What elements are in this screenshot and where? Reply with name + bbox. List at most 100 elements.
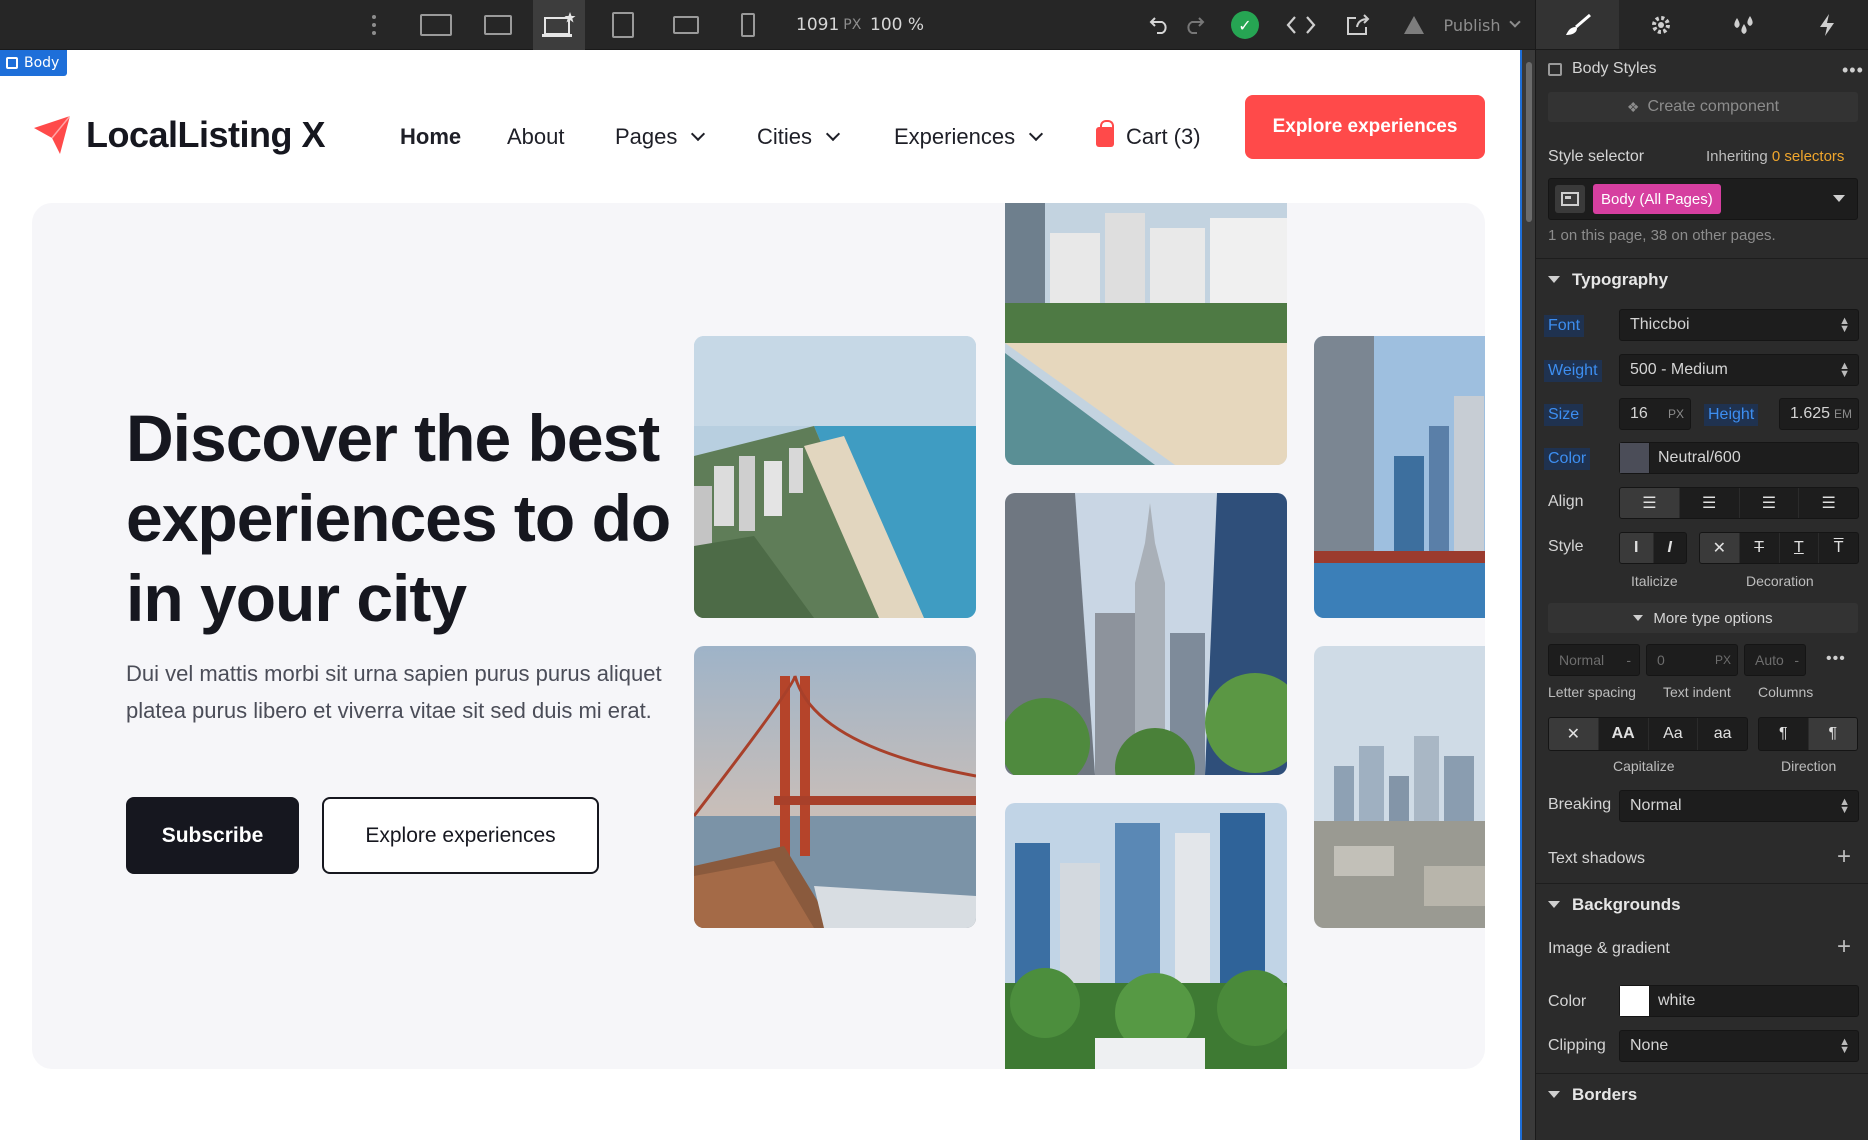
design-canvas[interactable]: Body LocalListing X Home About Pages Cit… xyxy=(0,50,1520,1140)
align-justify-icon[interactable]: ☰ xyxy=(1799,488,1858,518)
breakpoint-desktop-base-icon[interactable] xyxy=(533,0,585,50)
brand-name: LocalListing X xyxy=(86,114,326,155)
inheriting-count: 0 selectors xyxy=(1771,148,1845,165)
canvas-scroll-thumb[interactable] xyxy=(1526,62,1532,222)
shopping-bag-icon xyxy=(1096,120,1114,147)
nav-about-label: About xyxy=(507,124,565,149)
more-type-options-toggle[interactable]: More type options xyxy=(1548,603,1858,633)
breaking-select[interactable]: Normal ▲ ▼ xyxy=(1619,790,1859,822)
clipping-select[interactable]: None ▲ ▼ xyxy=(1619,1030,1859,1062)
uppercase-icon[interactable]: AA xyxy=(1599,718,1649,750)
style-label: Style xyxy=(1548,538,1584,555)
breakpoint-mobile-portrait-icon[interactable] xyxy=(722,0,774,50)
overline-icon[interactable]: T xyxy=(1819,533,1858,563)
dash-icon: - xyxy=(1794,652,1799,668)
bg-color-swatch[interactable] xyxy=(1620,986,1650,1016)
collaborator-icon[interactable] xyxy=(1400,0,1428,50)
tab-style[interactable] xyxy=(1536,0,1620,49)
redo-icon[interactable] xyxy=(1180,0,1208,50)
align-right-icon[interactable]: ☰ xyxy=(1740,488,1800,518)
bg-color-field[interactable]: white xyxy=(1619,985,1859,1017)
city-photo-skyline xyxy=(1314,646,1485,928)
city-photo-beach xyxy=(1005,203,1287,465)
color-swatch[interactable] xyxy=(1620,443,1650,473)
canvas-scrollbar[interactable] xyxy=(1520,50,1535,1140)
explore-experiences-button[interactable]: Explore experiences xyxy=(322,797,599,874)
more-vertical-icon[interactable] xyxy=(360,0,388,50)
capitalize-control: ✕ AA Aa aa xyxy=(1548,717,1748,751)
more-horizontal-icon[interactable]: ••• xyxy=(1826,650,1846,668)
typography-section-header[interactable]: Typography xyxy=(1536,258,1868,300)
lowercase-icon[interactable]: aa xyxy=(1698,718,1747,750)
align-center-icon[interactable]: ☰ xyxy=(1680,488,1740,518)
breakpoint-xl-icon[interactable] xyxy=(472,0,524,50)
text-color-value: Neutral/600 xyxy=(1658,449,1741,466)
canvas-zoom-readout[interactable]: 100 % xyxy=(870,0,924,50)
no-transform-icon[interactable]: ✕ xyxy=(1549,718,1599,750)
underline-icon[interactable]: T xyxy=(1780,533,1820,563)
paintbrush-icon xyxy=(1565,13,1591,35)
breaking-value: Normal xyxy=(1630,797,1682,814)
borders-section-header[interactable]: Borders xyxy=(1536,1073,1868,1115)
paper-plane-logo-icon xyxy=(34,115,71,154)
text-align-control: ☰ ☰ ☰ ☰ xyxy=(1619,487,1859,519)
chevron-down-icon[interactable] xyxy=(1833,195,1845,202)
canvas-zoom-unit: % xyxy=(907,15,925,35)
tab-style-manager[interactable] xyxy=(1703,0,1786,49)
weight-select[interactable]: 500 - Medium ▲ ▼ xyxy=(1619,354,1859,386)
add-text-shadow-icon[interactable]: + xyxy=(1837,843,1851,871)
nav-cart-link[interactable]: Cart (3) xyxy=(1096,120,1201,150)
no-decoration-icon[interactable]: ✕ xyxy=(1700,533,1740,563)
panel-header: Body Styles xyxy=(1548,60,1656,78)
tab-interactions[interactable] xyxy=(1786,0,1868,49)
code-icon[interactable] xyxy=(1284,0,1318,50)
breakpoint-mobile-landscape-icon[interactable] xyxy=(660,0,712,50)
text-color-field[interactable]: Neutral/600 xyxy=(1619,442,1859,474)
create-component-button[interactable]: ❖ Create component xyxy=(1548,92,1858,122)
strikethrough-icon[interactable]: T xyxy=(1740,533,1780,563)
selector-chip[interactable]: Body (All Pages) xyxy=(1593,184,1721,214)
align-left-icon[interactable]: ☰ xyxy=(1620,488,1680,518)
export-icon[interactable] xyxy=(1342,0,1376,50)
nav-pages-dropdown[interactable]: Pages xyxy=(615,124,706,150)
letter-spacing-input[interactable]: Normal - xyxy=(1548,644,1640,676)
nav-cities-dropdown[interactable]: Cities xyxy=(757,124,841,150)
text-indent-input[interactable]: 0 PX xyxy=(1646,644,1738,676)
backgrounds-section-header[interactable]: Backgrounds xyxy=(1536,883,1868,925)
nav-experiences-dropdown[interactable]: Experiences xyxy=(894,124,1044,150)
tab-settings[interactable] xyxy=(1619,0,1702,49)
canvas-zoom-value: 100 xyxy=(870,15,903,35)
caret-down-icon xyxy=(1548,901,1560,908)
breakpoint-xxl-icon[interactable] xyxy=(410,0,462,50)
nav-explore-button[interactable]: Explore experiences xyxy=(1245,95,1485,159)
line-height-input[interactable]: 1.625 EM xyxy=(1779,398,1859,430)
dash-icon: - xyxy=(1626,652,1631,668)
panel-tabs xyxy=(1536,0,1868,50)
subscribe-button[interactable]: Subscribe xyxy=(126,797,299,874)
component-icon: ❖ xyxy=(1626,98,1640,115)
font-select[interactable]: Thiccboi ▲ ▼ xyxy=(1619,309,1859,341)
rtl-icon[interactable]: ¶ xyxy=(1808,718,1857,750)
undo-icon[interactable] xyxy=(1146,0,1174,50)
italic-icon[interactable]: I xyxy=(1654,533,1687,563)
nav-about-link[interactable]: About xyxy=(507,124,565,150)
capitalize-icon[interactable]: Aa xyxy=(1649,718,1699,750)
status-ok-icon[interactable]: ✓ xyxy=(1230,0,1260,50)
site-logo[interactable]: LocalListing X xyxy=(32,114,326,156)
upright-icon[interactable]: I xyxy=(1620,533,1654,563)
more-horizontal-icon[interactable]: ••• xyxy=(1842,60,1864,81)
inheriting-info[interactable]: Inheriting 0 selectors xyxy=(1706,148,1844,165)
size-input[interactable]: 16 PX xyxy=(1619,398,1691,430)
text-indent-unit: PX xyxy=(1714,653,1731,667)
selector-type-icon[interactable] xyxy=(1555,185,1585,213)
add-background-icon[interactable]: + xyxy=(1837,933,1851,961)
publish-button[interactable]: Publish xyxy=(1440,0,1522,50)
nav-home-link[interactable]: Home xyxy=(400,124,461,150)
decoration-caption: Decoration xyxy=(1746,573,1814,589)
columns-input[interactable]: Auto - xyxy=(1744,644,1806,676)
selected-element-tag[interactable]: Body xyxy=(0,50,68,76)
ltr-icon[interactable]: ¶ xyxy=(1759,718,1809,750)
canvas-width-readout[interactable]: 1091 PX xyxy=(796,0,861,50)
breakpoint-tablet-icon[interactable] xyxy=(597,0,649,50)
style-selector-field[interactable]: Body (All Pages) xyxy=(1548,178,1858,220)
